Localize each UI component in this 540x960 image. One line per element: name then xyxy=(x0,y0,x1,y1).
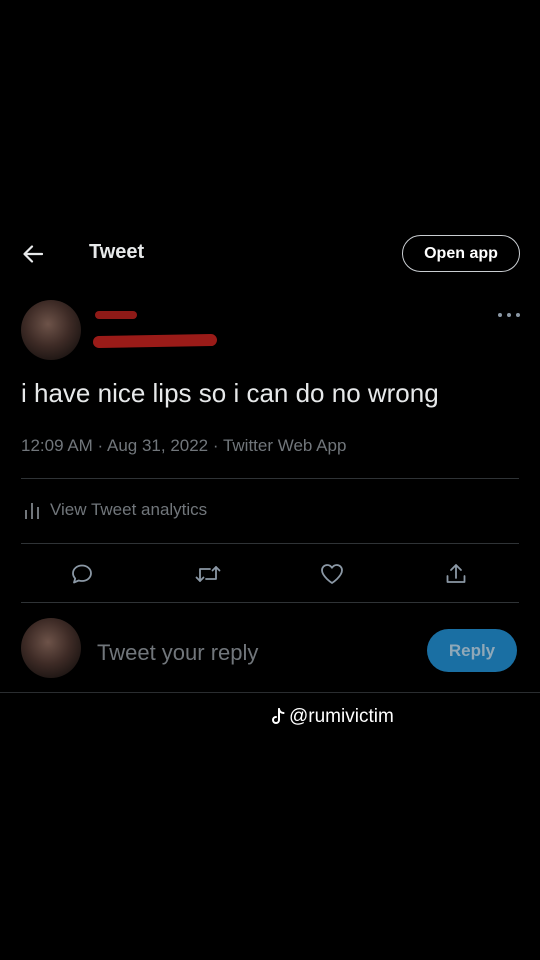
redacted-username xyxy=(92,333,218,349)
like-action-button[interactable] xyxy=(312,554,352,594)
retweet-action-button[interactable] xyxy=(188,554,228,594)
open-app-button[interactable]: Open app xyxy=(402,235,520,272)
view-analytics-link[interactable]: View Tweet analytics xyxy=(24,500,207,520)
divider xyxy=(21,478,519,479)
reply-icon xyxy=(72,564,92,584)
user-avatar xyxy=(21,618,81,678)
more-options-button[interactable] xyxy=(498,308,520,322)
reply-button[interactable]: Reply xyxy=(427,629,517,672)
share-action-button[interactable] xyxy=(436,554,476,594)
share-icon xyxy=(446,564,466,583)
retweet-icon xyxy=(195,566,221,582)
divider xyxy=(0,692,540,693)
analytics-label: View Tweet analytics xyxy=(50,500,208,519)
tiktok-icon xyxy=(272,708,285,724)
back-button[interactable] xyxy=(18,240,48,268)
like-icon xyxy=(321,564,343,584)
divider xyxy=(21,543,519,544)
more-dot xyxy=(498,313,502,317)
arrow-left-icon xyxy=(23,245,43,263)
tweet-text: i have nice lips so i can do no wrong xyxy=(21,378,439,408)
watermark-handle: @rumivictim xyxy=(289,706,394,727)
more-dot xyxy=(516,313,520,317)
redacted-display-name xyxy=(95,311,137,319)
more-dot xyxy=(507,313,511,317)
analytics-icon xyxy=(25,503,39,519)
tweet-timestamp: 12:09 AM · Aug 31, 2022 · Twitter Web Ap… xyxy=(21,436,347,455)
author-avatar[interactable] xyxy=(21,300,81,360)
tiktok-watermark: @rumivictim xyxy=(270,706,394,728)
page-title: Tweet xyxy=(89,241,145,263)
divider xyxy=(21,602,519,603)
reply-action-button[interactable] xyxy=(62,554,102,594)
reply-input[interactable] xyxy=(97,636,407,670)
